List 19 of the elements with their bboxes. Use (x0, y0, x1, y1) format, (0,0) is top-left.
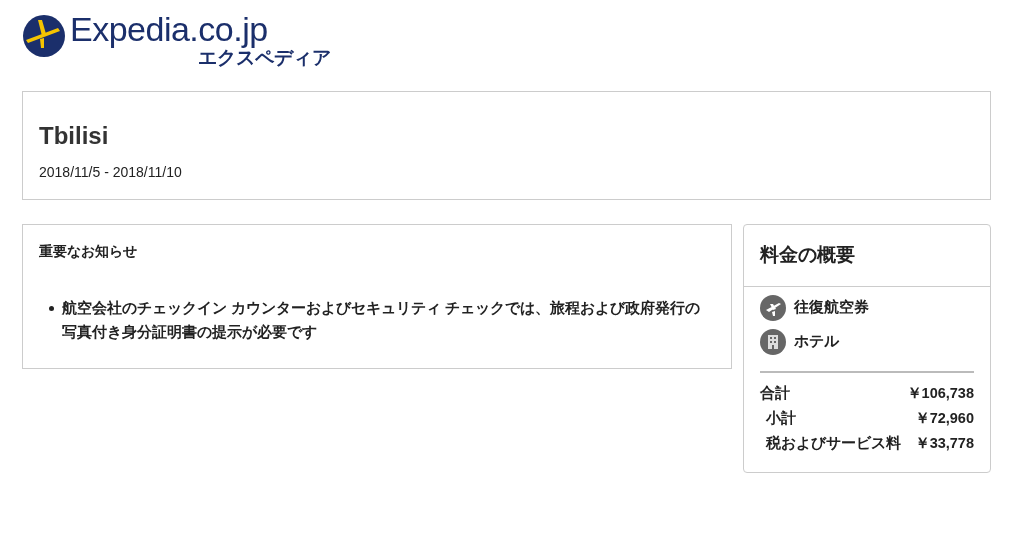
price-amount: ￥33,778 (914, 433, 974, 453)
notice-title: 重要なお知らせ (39, 242, 138, 261)
logo-icon (22, 14, 66, 58)
price-label: 小計 (766, 408, 796, 428)
price-amount: ￥72,960 (914, 408, 974, 428)
building-icon (760, 328, 786, 355)
logo-text: Expedia.co.jp (70, 12, 269, 46)
trip-dates: 2018/11/5 - 2018/11/10 (39, 163, 183, 182)
price-label: 合計 (760, 383, 790, 403)
product-label: 往復航空券 (794, 297, 869, 318)
price-amount: ￥106,738 (906, 383, 974, 403)
logo-subtitle: エクスペディア (198, 48, 331, 67)
product-label: ホテル (794, 331, 839, 352)
destination-title: Tbilisi (39, 121, 110, 151)
summary-title: 料金の概要 (744, 225, 990, 287)
notice-text: 航空会社のチェックイン カウンターおよびセキュリティ チェックでは、旅程および政府発行の写真付き身分証明書の提示が必要です (62, 299, 702, 342)
bullet-icon (49, 306, 54, 311)
airplane-icon (760, 294, 786, 321)
price-label: 税およびサービス料 (766, 433, 901, 453)
